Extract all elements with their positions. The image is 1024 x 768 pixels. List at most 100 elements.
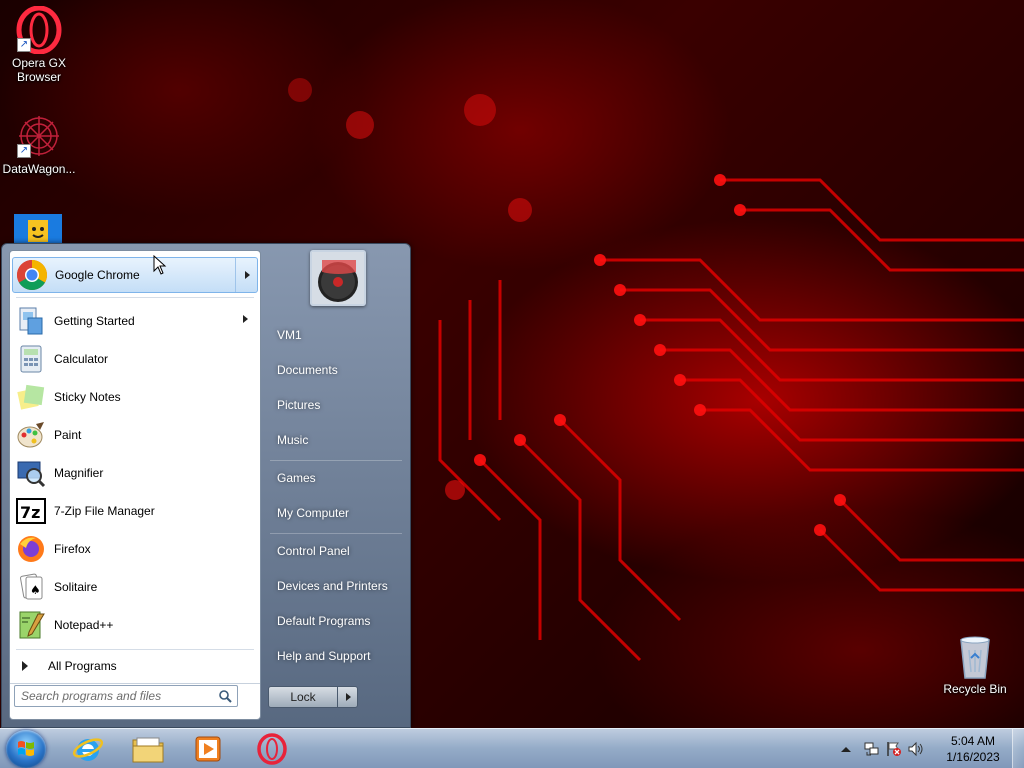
program-firefox[interactable]: Firefox <box>12 531 258 567</box>
notepadpp-icon <box>14 608 48 642</box>
separator <box>270 460 402 461</box>
user-name: VM1 <box>277 328 302 342</box>
getting-started-icon <box>14 304 48 338</box>
internet-explorer-icon <box>72 738 104 761</box>
chrome-icon <box>15 258 49 292</box>
start-right-item-pictures[interactable]: Pictures <box>268 390 406 420</box>
program-label: Sticky Notes <box>54 390 121 404</box>
separator <box>10 683 260 684</box>
program-calculator[interactable]: Calculator <box>12 341 258 377</box>
app-face-icon <box>14 214 62 244</box>
start-right-item-devices-printers[interactable]: Devices and Printers <box>268 571 406 601</box>
program-magnifier[interactable]: Magnifier <box>12 455 258 491</box>
paint-icon <box>14 418 48 452</box>
program-label: Google Chrome <box>55 268 140 282</box>
start-right-item-documents[interactable]: Documents <box>268 355 406 385</box>
program-google-chrome[interactable]: Google Chrome <box>12 257 258 293</box>
mouse-cursor-icon <box>153 254 167 275</box>
taskbar-opera[interactable] <box>246 731 298 767</box>
shortcut-arrow-icon: ↗ <box>17 38 31 52</box>
show-desktop-button[interactable] <box>1012 729 1024 768</box>
right-item-label: Default Programs <box>277 614 371 628</box>
program-label: Getting Started <box>54 314 135 328</box>
network-icon[interactable] <box>864 741 880 757</box>
right-item-label: Music <box>277 433 309 447</box>
lock-label: Lock <box>290 690 316 704</box>
recycle-bin-icon <box>951 632 999 680</box>
shutdown-options-arrow-button[interactable] <box>337 686 358 708</box>
firefox-icon <box>14 532 48 566</box>
solitaire-icon: ♠ <box>14 570 48 604</box>
program-solitaire[interactable]: ♠ Solitaire <box>12 569 258 605</box>
program-label: Notepad++ <box>54 618 114 632</box>
datawagon-icon: ↗ <box>15 112 63 160</box>
svg-text:♠: ♠ <box>30 583 41 597</box>
separator <box>270 533 402 534</box>
search-input[interactable]: Search programs and files <box>14 685 238 707</box>
start-right-item-help-support[interactable]: Help and Support <box>268 641 406 671</box>
search-placeholder: Search programs and files <box>21 689 162 703</box>
desktop-icon-label: Recycle Bin <box>943 682 1007 696</box>
desktop-icon-label: Browser <box>16 70 61 84</box>
all-programs-button[interactable]: All Programs <box>12 653 258 679</box>
media-player-icon <box>195 736 221 762</box>
right-item-label: Control Panel <box>277 544 350 558</box>
magnifier-icon <box>14 456 48 490</box>
right-item-label: My Computer <box>277 506 350 520</box>
show-hidden-icons-button[interactable] <box>840 743 856 759</box>
right-item-label: Games <box>277 471 316 485</box>
lock-button[interactable]: Lock <box>268 686 338 708</box>
program-label: 7-Zip File Manager <box>54 504 155 518</box>
program-notepadpp[interactable]: Notepad++ <box>12 607 258 643</box>
jump-list-arrow-button[interactable] <box>235 258 257 292</box>
start-right-item-default-programs[interactable]: Default Programs <box>268 606 406 636</box>
program-7zip[interactable]: 7z 7-Zip File Manager <box>12 493 258 529</box>
desktop-icon-partial-app[interactable] <box>8 214 68 246</box>
start-right-item-games[interactable]: Games <box>268 463 406 493</box>
right-item-label: Pictures <box>277 398 321 412</box>
taskbar-file-explorer[interactable] <box>122 731 174 767</box>
taskbar-clock[interactable]: 5:04 AM 1/16/2023 <box>938 733 1008 765</box>
start-right-item-music[interactable]: Music <box>268 425 406 455</box>
desktop-icon-label: DataWagon... <box>2 162 76 176</box>
all-programs-label: All Programs <box>48 659 117 673</box>
start-right-item-user[interactable]: VM1 <box>268 320 406 350</box>
clock-date: 1/16/2023 <box>946 750 1000 764</box>
file-explorer-icon <box>132 737 164 763</box>
start-right-item-control-panel[interactable]: Control Panel <box>268 536 406 566</box>
user-avatar[interactable] <box>310 250 366 306</box>
desktop-icon-recycle-bin[interactable]: Recycle Bin <box>936 632 1014 696</box>
taskbar: 5:04 AM 1/16/2023 <box>0 728 1024 768</box>
svg-text:7z: 7z <box>20 503 40 522</box>
start-menu-programs-pane: Google Chrome Getting Started Calculator… <box>9 250 261 720</box>
taskbar-internet-explorer[interactable] <box>62 731 114 767</box>
program-label: Solitaire <box>54 580 98 594</box>
sticky-notes-icon <box>14 380 48 414</box>
search-icon <box>218 689 232 703</box>
action-center-flag-icon[interactable] <box>886 741 902 757</box>
desktop-icon-datawagon[interactable]: ↗ DataWagon... <box>0 112 78 176</box>
right-item-label: Help and Support <box>277 649 371 663</box>
volume-icon[interactable] <box>908 741 924 757</box>
calculator-icon <box>14 342 48 376</box>
start-button[interactable] <box>6 730 46 768</box>
taskbar-media-player[interactable] <box>182 731 234 767</box>
program-getting-started[interactable]: Getting Started <box>12 303 258 339</box>
right-item-label: Documents <box>277 363 338 377</box>
right-item-label: Devices and Printers <box>277 579 388 593</box>
clock-time: 5:04 AM <box>950 734 996 748</box>
program-paint[interactable]: Paint <box>12 417 258 453</box>
separator <box>16 649 254 650</box>
program-label: Paint <box>54 428 82 442</box>
program-sticky-notes[interactable]: Sticky Notes <box>12 379 258 415</box>
desktop-icon-label: Opera GX <box>11 56 67 70</box>
opera-gx-icon: ↗ <box>15 5 63 55</box>
system-tray: 5:04 AM 1/16/2023 <box>834 729 1024 768</box>
start-menu: Google Chrome Getting Started Calculator… <box>1 243 411 728</box>
program-label: Calculator <box>54 352 109 366</box>
shortcut-arrow-icon: ↗ <box>17 144 31 158</box>
desktop-icon-opera-gx[interactable]: ↗ Opera GX Browser <box>0 5 78 84</box>
start-right-item-my-computer[interactable]: My Computer <box>268 498 406 528</box>
separator <box>16 297 254 298</box>
program-label: Firefox <box>54 542 91 556</box>
